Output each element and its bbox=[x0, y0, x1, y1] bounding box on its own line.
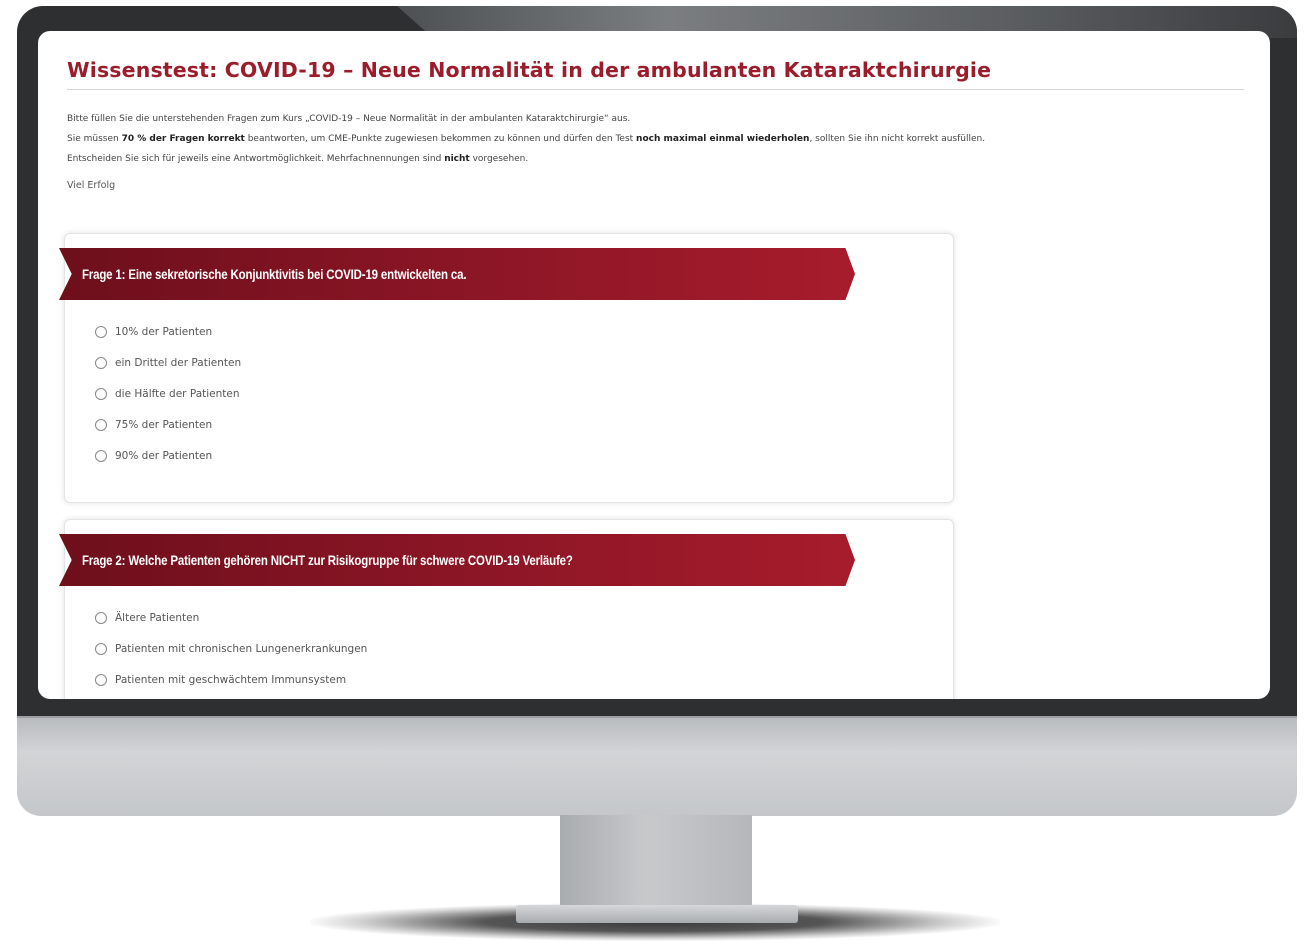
answer-label: ein Drittel der Patienten bbox=[115, 356, 242, 369]
question-label-2: Frage 2: Welche Patienten gehören NICHT … bbox=[81, 552, 573, 568]
answer-label: Ältere Patienten bbox=[115, 611, 200, 624]
radio-button[interactable] bbox=[95, 418, 107, 431]
good-luck-text: Viel Erfolg bbox=[67, 180, 116, 191]
radio-button[interactable] bbox=[95, 673, 107, 686]
question-card-1: Frage 1: Eine sekretorische Konjunktivit… bbox=[59, 233, 954, 503]
answer-option[interactable]: Ältere Patienten bbox=[95, 602, 367, 633]
answer-options-2: Ältere Patienten Patienten mit chronisch… bbox=[95, 602, 367, 695]
radio-button[interactable] bbox=[95, 611, 107, 624]
radio-button[interactable] bbox=[95, 356, 107, 369]
monitor-chin bbox=[17, 718, 1297, 816]
question-banner-1: Frage 1: Eine sekretorische Konjunktivit… bbox=[59, 248, 855, 300]
monitor-screen: Wissenstest: COVID-19 – Neue Normalität … bbox=[38, 31, 1270, 699]
answer-option[interactable]: Patienten mit chronischen Lungenerkranku… bbox=[95, 633, 367, 664]
answer-option[interactable]: 90% der Patienten bbox=[95, 440, 241, 471]
answer-option[interactable]: ein Drittel der Patienten bbox=[95, 347, 241, 378]
answer-option[interactable]: 10% der Patienten bbox=[95, 316, 241, 347]
instructions-line-2: Sie müssen 70 % der Fragen korrekt beant… bbox=[67, 134, 986, 144]
page-title: Wissenstest: COVID-19 – Neue Normalität … bbox=[67, 58, 992, 82]
monitor-stand-base bbox=[516, 905, 798, 923]
instructions: Bitte füllen Sie die unterstehenden Frag… bbox=[67, 109, 1244, 169]
question-card-2: Frage 2: Welche Patienten gehören NICHT … bbox=[59, 519, 954, 699]
answer-option[interactable]: Patienten mit geschwächtem Immunsystem bbox=[95, 664, 367, 695]
answer-label: 10% der Patienten bbox=[115, 325, 213, 338]
answer-label: Patienten mit geschwächtem Immunsystem bbox=[115, 673, 347, 686]
instructions-line-3: Entscheiden Sie sich für jeweils eine An… bbox=[67, 154, 529, 164]
answer-option[interactable]: 75% der Patienten bbox=[95, 409, 241, 440]
question-banner-2: Frage 2: Welche Patienten gehören NICHT … bbox=[59, 534, 855, 586]
title-divider bbox=[67, 89, 1244, 90]
radio-button[interactable] bbox=[95, 387, 107, 400]
answer-label: Patienten mit chronischen Lungenerkranku… bbox=[115, 642, 368, 655]
answer-options-1: 10% der Patienten ein Drittel der Patien… bbox=[95, 316, 241, 471]
answer-label: 75% der Patienten bbox=[115, 418, 213, 431]
question-label-1: Frage 1: Eine sekretorische Konjunktivit… bbox=[81, 266, 467, 282]
monitor-stand-neck bbox=[560, 815, 752, 911]
radio-button[interactable] bbox=[95, 449, 107, 462]
radio-button[interactable] bbox=[95, 642, 107, 655]
answer-label: die Hälfte der Patienten bbox=[115, 387, 240, 400]
answer-label: 90% der Patienten bbox=[115, 449, 213, 462]
radio-button[interactable] bbox=[95, 325, 107, 338]
answer-option[interactable]: die Hälfte der Patienten bbox=[95, 378, 241, 409]
instructions-line-1: Bitte füllen Sie die unterstehenden Frag… bbox=[67, 114, 631, 124]
